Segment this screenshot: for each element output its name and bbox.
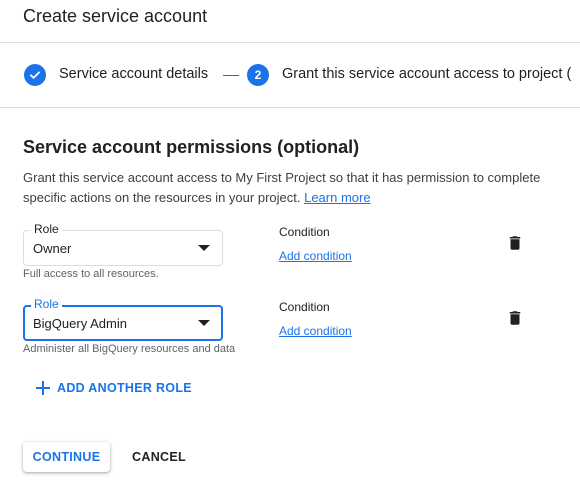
role-hint: Administer all BigQuery resources and da…	[23, 343, 236, 355]
plus-icon	[36, 381, 50, 395]
role-select-owner[interactable]: Role Owner	[23, 222, 223, 266]
condition-label: Condition	[279, 225, 330, 239]
check-circle-icon	[24, 64, 46, 86]
role-select-bigquery-admin[interactable]: Role BigQuery Admin	[23, 297, 223, 341]
condition-label: Condition	[279, 300, 330, 314]
add-another-role-label: ADD ANOTHER ROLE	[57, 381, 192, 395]
create-service-account-page: Create service account Service account d…	[0, 0, 580, 484]
stepper: Service account details 2 Grant this ser…	[0, 43, 580, 108]
role-value: Owner	[33, 241, 72, 256]
section-description: Grant this service account access to My …	[23, 168, 543, 208]
add-condition-link[interactable]: Add condition	[279, 249, 352, 263]
role-field-label: Role	[31, 297, 62, 311]
role-value: BigQuery Admin	[33, 316, 127, 331]
learn-more-link[interactable]: Learn more	[304, 190, 370, 205]
add-another-role-button[interactable]: ADD ANOTHER ROLE	[36, 378, 192, 398]
caret-down-icon	[198, 245, 210, 251]
step-separator	[223, 75, 239, 76]
add-condition-link[interactable]: Add condition	[279, 324, 352, 338]
continue-label: CONTINUE	[32, 450, 101, 464]
step-2-number: 2	[247, 64, 269, 86]
cancel-label: CANCEL	[132, 450, 186, 464]
caret-down-icon	[198, 320, 210, 326]
role-field-label: Role	[31, 222, 62, 236]
role-hint: Full access to all resources.	[23, 268, 159, 280]
section-description-text: Grant this service account access to My …	[23, 170, 541, 205]
page-title: Create service account	[23, 6, 208, 26]
continue-button[interactable]: CONTINUE	[23, 442, 110, 472]
cancel-button[interactable]: CANCEL	[124, 442, 194, 472]
step-1-label[interactable]: Service account details	[59, 66, 208, 82]
trash-icon[interactable]	[506, 234, 524, 252]
section-title: Service account permissions (optional)	[23, 137, 360, 157]
page-header: Create service account	[0, 0, 580, 43]
trash-icon[interactable]	[506, 309, 524, 327]
step-2-label[interactable]: Grant this service account access to pro…	[282, 66, 571, 82]
